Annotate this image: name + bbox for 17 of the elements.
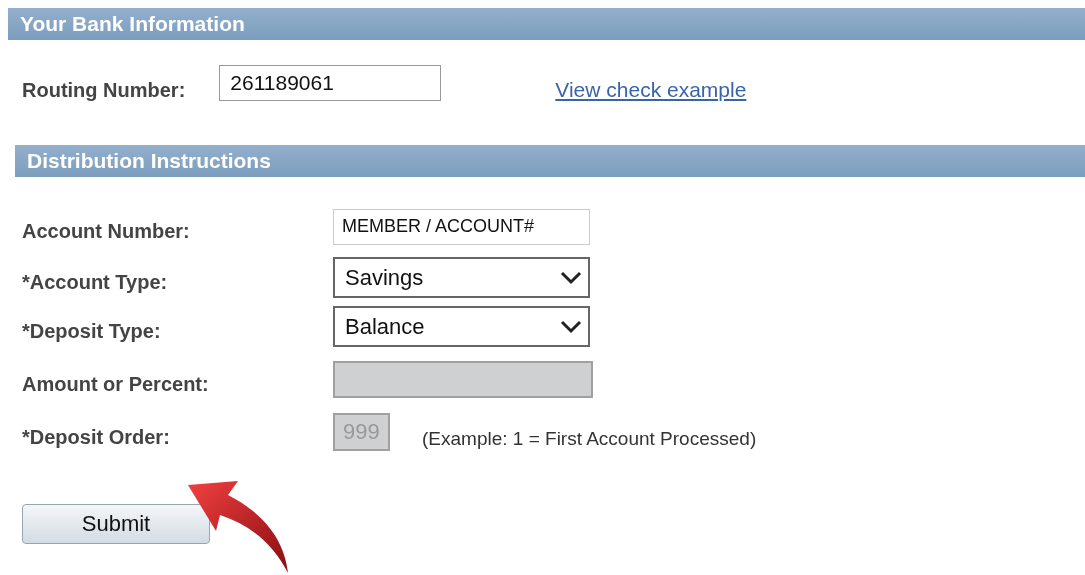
- section-header: Your Bank Information: [8, 8, 1085, 40]
- section-header: Distribution Instructions: [15, 145, 1085, 177]
- submit-button[interactable]: Submit: [22, 504, 210, 544]
- field-label: Amount or Percent:: [22, 373, 209, 396]
- field-label: Account Number:: [22, 220, 190, 243]
- hint-text: (Example: 1 = First Account Processed): [422, 428, 757, 450]
- field-label: *Deposit Order:: [22, 425, 170, 449]
- chevron-down-icon: [560, 319, 582, 334]
- text-field[interactable]: MEMBER / ACCOUNT#: [333, 208, 590, 245]
- field-label: *Account Type:: [22, 271, 168, 294]
- field-label: Routing Number:: [22, 78, 186, 102]
- routing-number-field[interactable]: 261189061: [219, 65, 442, 101]
- field-label: *Deposit Type:: [22, 320, 161, 343]
- dropdown[interactable]: Savings: [333, 257, 590, 298]
- view-check-link[interactable]: View check example: [555, 78, 747, 102]
- chevron-down-icon: [560, 270, 582, 285]
- dropdown[interactable]: Balance: [333, 306, 590, 347]
